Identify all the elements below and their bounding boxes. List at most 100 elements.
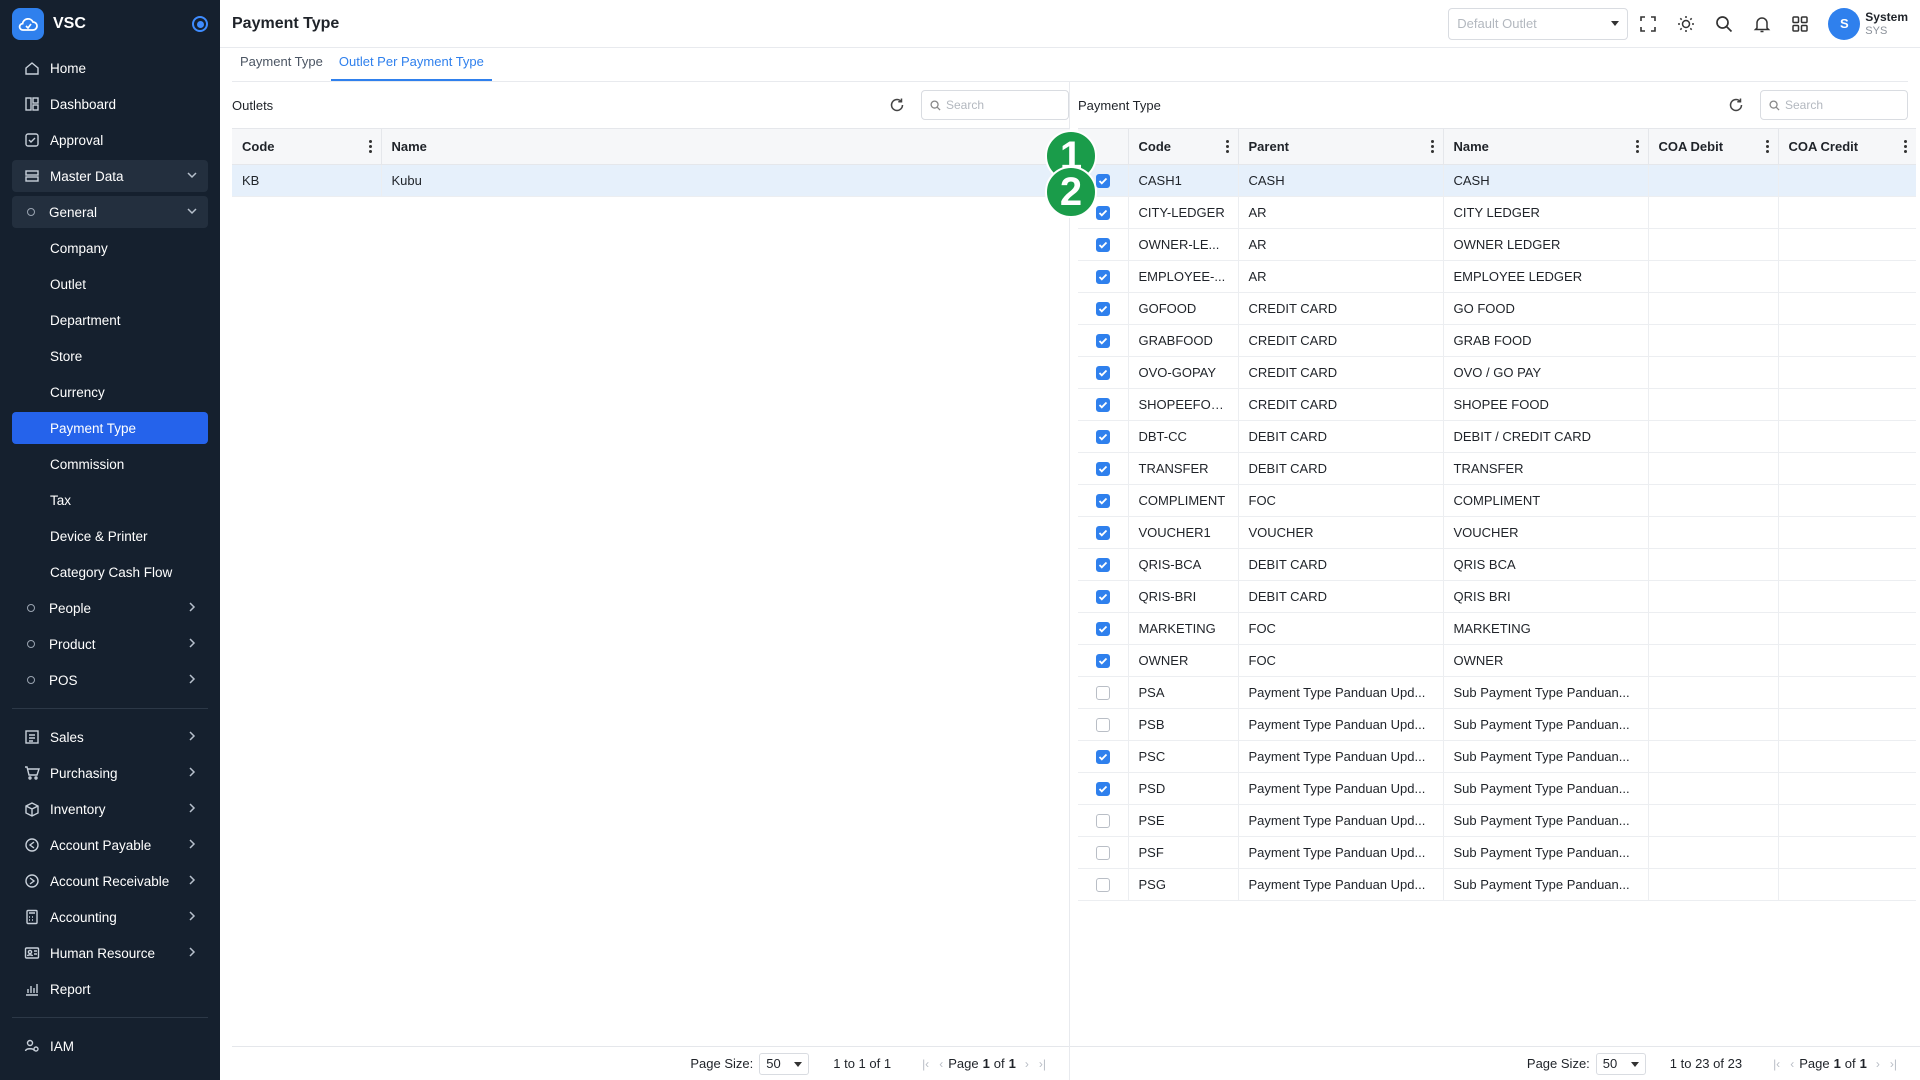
user-menu[interactable]: S System SYS — [1828, 7, 1908, 40]
page-size-select[interactable]: 50 — [759, 1052, 810, 1075]
tab-payment-type[interactable]: Payment Type — [232, 48, 331, 81]
table-row[interactable]: VOUCHER1 VOUCHER VOUCHER — [1078, 516, 1916, 549]
table-row[interactable]: GRABFOOD CREDIT CARD GRAB FOOD — [1078, 324, 1916, 357]
column-menu-icon[interactable] — [1225, 140, 1230, 153]
row-checkbox[interactable] — [1095, 494, 1110, 509]
row-checkbox[interactable] — [1095, 846, 1110, 861]
row-checkbox[interactable] — [1095, 750, 1110, 765]
table-row[interactable]: CITY-LEDGER AR CITY LEDGER — [1078, 196, 1916, 229]
column-menu-icon[interactable] — [1904, 140, 1908, 153]
row-checkbox[interactable] — [1095, 174, 1110, 189]
table-row[interactable]: PSA Payment Type Panduan Upd... Sub Paym… — [1078, 676, 1916, 709]
sidebar-item-purchasing[interactable]: Purchasing — [12, 757, 208, 789]
row-checkbox[interactable] — [1095, 590, 1110, 605]
row-checkbox[interactable] — [1095, 206, 1110, 221]
first-page-icon[interactable]: |‹ — [922, 1057, 929, 1071]
table-row[interactable]: CASH1 CASH CASH — [1078, 164, 1916, 197]
row-checkbox[interactable] — [1095, 302, 1110, 317]
table-row[interactable]: COMPLIMENT FOC COMPLIMENT — [1078, 484, 1916, 517]
table-row[interactable]: GOFOOD CREDIT CARD GO FOOD — [1078, 292, 1916, 325]
search-icon[interactable] — [1706, 8, 1742, 40]
row-checkbox[interactable] — [1095, 430, 1110, 445]
apps-grid-icon[interactable] — [1782, 8, 1818, 40]
page-size-select[interactable]: 50 — [1595, 1052, 1646, 1075]
table-row[interactable]: OWNER-LE... AR OWNER LEDGER — [1078, 228, 1916, 261]
sidebar-item-outlet[interactable]: Outlet — [12, 268, 208, 300]
table-row[interactable]: EMPLOYEE-... AR EMPLOYEE LEDGER — [1078, 260, 1916, 293]
column-menu-icon[interactable] — [1765, 140, 1770, 153]
outlets-search-input[interactable]: Search — [921, 90, 1069, 120]
sidebar-item-payment-type[interactable]: Payment Type — [12, 412, 208, 444]
row-checkbox[interactable] — [1095, 270, 1110, 285]
row-checkbox[interactable] — [1095, 622, 1110, 637]
first-page-icon[interactable]: |‹ — [1773, 1057, 1780, 1071]
column-menu-icon[interactable] — [1635, 140, 1640, 153]
next-page-icon[interactable]: › — [1025, 1057, 1029, 1071]
table-row[interactable]: TRANSFER DEBIT CARD TRANSFER — [1078, 452, 1916, 485]
sidebar-item-product[interactable]: Product — [12, 628, 208, 660]
tab-outlet-per-payment-type[interactable]: Outlet Per Payment Type — [330, 48, 492, 81]
sidebar-item-inventory[interactable]: Inventory — [12, 793, 208, 825]
table-row[interactable]: SHOPEEFOOD CREDIT CARD SHOPEE FOOD — [1078, 388, 1916, 421]
row-checkbox[interactable] — [1095, 462, 1110, 477]
sidebar-item-people[interactable]: People — [12, 592, 208, 624]
payment-col-coa-credit[interactable]: COA Credit — [1778, 128, 1916, 165]
table-row[interactable]: DBT-CC DEBIT CARD DEBIT / CREDIT CARD — [1078, 420, 1916, 453]
sidebar-item-store[interactable]: Store — [12, 340, 208, 372]
table-row[interactable]: PSE Payment Type Panduan Upd... Sub Paym… — [1078, 804, 1916, 837]
last-page-icon[interactable]: ›| — [1039, 1057, 1046, 1071]
payment-col-code[interactable]: Code — [1128, 128, 1239, 165]
bell-icon[interactable] — [1744, 8, 1780, 40]
row-checkbox[interactable] — [1095, 334, 1110, 349]
sidebar-item-account-payable[interactable]: Account Payable — [12, 829, 208, 861]
next-page-icon[interactable]: › — [1876, 1057, 1880, 1071]
column-menu-icon[interactable] — [368, 140, 373, 153]
row-checkbox[interactable] — [1095, 398, 1110, 413]
row-checkbox[interactable] — [1095, 526, 1110, 541]
sidebar-item-accounting[interactable]: Accounting — [12, 901, 208, 933]
row-checkbox[interactable] — [1095, 366, 1110, 381]
sidebar-item-pos[interactable]: POS — [12, 664, 208, 696]
table-row[interactable]: OVO-GOPAY CREDIT CARD OVO / GO PAY — [1078, 356, 1916, 389]
sidebar-item-sales[interactable]: Sales — [12, 721, 208, 753]
outlets-col-code[interactable]: Code — [232, 128, 382, 165]
row-checkbox[interactable] — [1095, 814, 1110, 829]
sidebar-item-dashboard[interactable]: Dashboard — [12, 88, 208, 120]
table-row[interactable]: MARKETING FOC MARKETING — [1078, 612, 1916, 645]
table-row[interactable]: QRIS-BRI DEBIT CARD QRIS BRI — [1078, 580, 1916, 613]
payment-col-parent[interactable]: Parent — [1238, 128, 1444, 165]
table-row[interactable]: PSD Payment Type Panduan Upd... Sub Paym… — [1078, 772, 1916, 805]
prev-page-icon[interactable]: ‹ — [1790, 1057, 1794, 1071]
outlets-col-name[interactable]: Name — [381, 128, 1070, 165]
payment-type-refresh-icon[interactable] — [1724, 93, 1748, 117]
row-checkbox[interactable] — [1095, 558, 1110, 573]
sidebar-item-device-printer[interactable]: Device & Printer — [12, 520, 208, 552]
sidebar-toggle-icon[interactable] — [192, 16, 208, 32]
sidebar-item-master-data[interactable]: Master Data — [12, 160, 208, 192]
sidebar-item-commission[interactable]: Commission — [12, 448, 208, 480]
payment-type-search-input[interactable]: Search — [1760, 90, 1908, 120]
sidebar-item-currency[interactable]: Currency — [12, 376, 208, 408]
table-row[interactable]: QRIS-BCA DEBIT CARD QRIS BCA — [1078, 548, 1916, 581]
row-checkbox[interactable] — [1095, 238, 1110, 253]
prev-page-icon[interactable]: ‹ — [939, 1057, 943, 1071]
row-checkbox[interactable] — [1095, 782, 1110, 797]
payment-col-coa-debit[interactable]: COA Debit — [1648, 128, 1779, 165]
theme-sun-icon[interactable] — [1668, 8, 1704, 40]
sidebar-item-general[interactable]: General — [12, 196, 208, 228]
row-checkbox[interactable] — [1095, 686, 1110, 701]
sidebar-item-account-receivable[interactable]: Account Receivable — [12, 865, 208, 897]
row-checkbox[interactable] — [1095, 878, 1110, 893]
sidebar-item-category-cash-flow[interactable]: Category Cash Flow — [12, 556, 208, 588]
last-page-icon[interactable]: ›| — [1890, 1057, 1897, 1071]
sidebar-item-approval[interactable]: Approval — [12, 124, 208, 156]
outlets-refresh-icon[interactable] — [885, 93, 909, 117]
sidebar-item-report[interactable]: Report — [12, 973, 208, 1005]
sidebar-item-tax[interactable]: Tax — [12, 484, 208, 516]
row-checkbox[interactable] — [1095, 718, 1110, 733]
sidebar-item-department[interactable]: Department — [12, 304, 208, 336]
table-row[interactable]: OWNER FOC OWNER — [1078, 644, 1916, 677]
sidebar-item-human-resource[interactable]: Human Resource — [12, 937, 208, 969]
sidebar-item-iam[interactable]: IAM — [12, 1030, 208, 1062]
table-row[interactable]: KB Kubu — [232, 164, 1070, 197]
